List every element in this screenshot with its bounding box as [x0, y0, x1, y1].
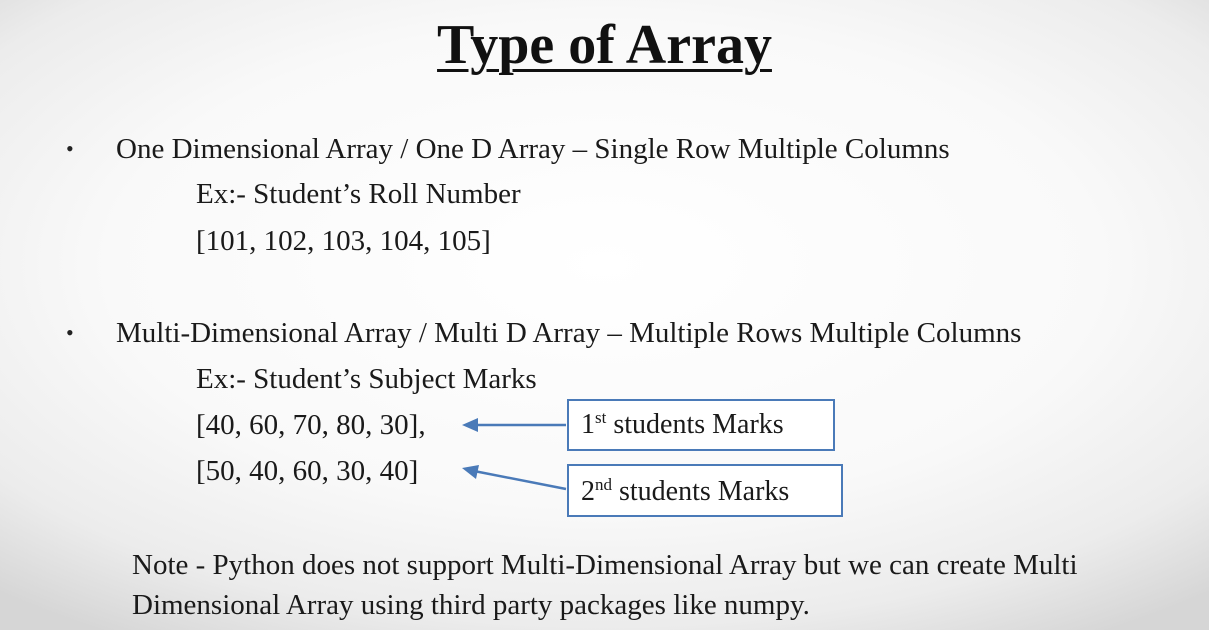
label-box-1: 1st students Marks	[567, 399, 835, 451]
label-2-num: 2	[581, 476, 595, 507]
slide-title-text: Type of Array	[437, 14, 772, 76]
one-d-heading: One Dimensional Array / One D Array – Si…	[116, 133, 950, 165]
bullet-multi-d: •	[66, 320, 74, 345]
label-2-sup: nd	[595, 475, 612, 494]
one-d-values: [101, 102, 103, 104, 105]	[196, 225, 491, 257]
label-box-2: 2nd students Marks	[567, 464, 843, 517]
multi-d-example: Ex:- Student’s Subject Marks	[196, 363, 537, 395]
arrowhead-2	[462, 465, 479, 479]
multi-d-row-1: [40, 60, 70, 80, 30],	[196, 409, 426, 441]
multi-d-row-2: [50, 40, 60, 30, 40]	[196, 455, 419, 487]
label-1-text: students Marks	[606, 409, 784, 440]
one-d-example: Ex:- Student’s Roll Number	[196, 178, 521, 210]
multi-d-heading: Multi-Dimensional Array / Multi D Array …	[116, 317, 1022, 349]
note-text: Note - Python does not support Multi-Dim…	[132, 549, 1078, 621]
bullet-one-d: •	[66, 136, 74, 161]
arrowhead-1	[462, 418, 478, 432]
label-1-num: 1	[581, 409, 595, 440]
slide: Type of Array • One Dimensional Array / …	[0, 0, 1209, 630]
slide-title: Type of Array	[0, 10, 1209, 80]
label-1-sup: st	[595, 408, 607, 427]
label-2-text: students Marks	[612, 476, 790, 507]
arrow-line-2	[473, 469, 567, 491]
